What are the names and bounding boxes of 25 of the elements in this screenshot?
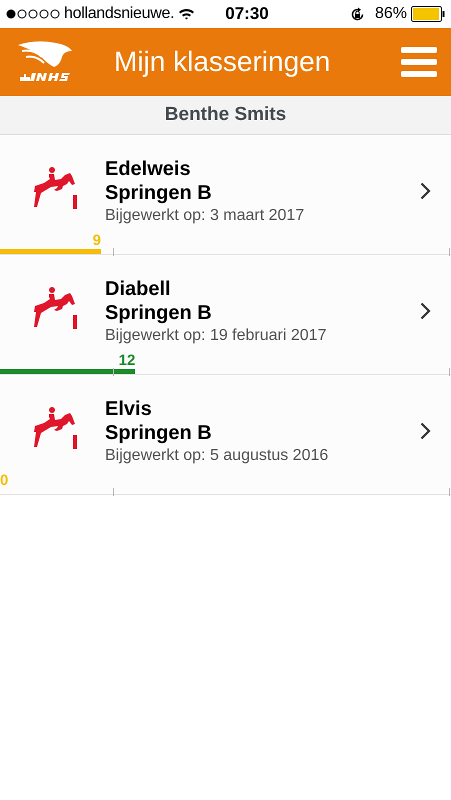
update-date: Bijgewerkt op: 5 augustus 2016 [105,446,330,464]
score-label: 0 [0,473,8,489]
rider-name: Benthe Smits [164,104,286,126]
carrier-name: hollandsnieuwe. [64,5,174,23]
chevron-right-icon [420,182,431,200]
discipline: Springen B [105,300,213,324]
update-date: Bijgewerkt op: 19 februari 2017 [105,326,328,344]
horse-name: Elvis [105,396,153,420]
score-label: 12 [118,353,136,369]
screen-title: Mijn klasseringen [114,46,332,78]
battery-percent: 86% [374,5,407,23]
menu-icon[interactable] [401,47,437,77]
discipline: Springen B [105,180,213,204]
status-time: 07:30 [225,4,269,24]
update-date: Bijgewerkt op: 3 maart 2017 [105,206,306,224]
discipline: Springen B [105,420,213,444]
chevron-right-icon [420,302,431,320]
chevron-right-icon [420,422,431,440]
score-label: 9 [92,233,102,249]
wifi-icon [178,8,196,20]
rotation-lock-icon [350,6,365,22]
horse-name: Diabell [105,276,172,300]
battery-icon [411,6,445,22]
horse-name: Edelweis [105,156,192,180]
signal-icon [6,9,60,19]
